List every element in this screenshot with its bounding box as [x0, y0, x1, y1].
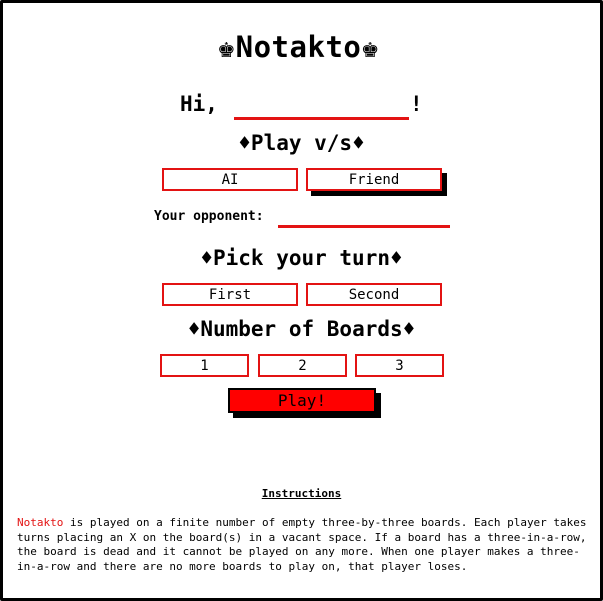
app-window: [0, 0, 603, 601]
turn-first-button[interactable]: First: [162, 283, 298, 306]
play-button[interactable]: Play!: [228, 388, 376, 413]
chess-king-icon: ♚: [361, 30, 380, 64]
instructions-title: Instructions: [261, 487, 342, 500]
opponent-name-input[interactable]: [278, 225, 450, 228]
pick-turn-heading: ♦Pick your turn♦: [200, 246, 403, 270]
greeting-suffix: !: [410, 92, 423, 116]
opponent-label: Your opponent:: [154, 209, 264, 224]
app-title-text: Notakto: [235, 30, 362, 64]
boards-1-button[interactable]: 1: [160, 354, 249, 377]
opponent-friend-button[interactable]: Friend: [306, 168, 442, 191]
app-title: ♚Notakto♚: [0, 30, 597, 64]
boards-3-button[interactable]: 3: [355, 354, 444, 377]
opponent-ai-button[interactable]: AI: [162, 168, 298, 191]
instructions-body: is played on a finite number of empty th…: [17, 516, 587, 573]
instructions-text: Notakto is played on a finite number of …: [17, 516, 589, 574]
boards-2-button[interactable]: 2: [258, 354, 347, 377]
turn-second-button[interactable]: Second: [306, 283, 442, 306]
greeting-prefix: Hi,: [180, 92, 218, 116]
game-name-highlight: Notakto: [17, 516, 64, 529]
chess-king-icon: ♚: [217, 30, 236, 64]
play-vs-heading: ♦Play v/s♦: [238, 131, 365, 155]
boards-heading: ♦Number of Boards♦: [187, 317, 416, 341]
player-name-input[interactable]: [234, 117, 409, 120]
